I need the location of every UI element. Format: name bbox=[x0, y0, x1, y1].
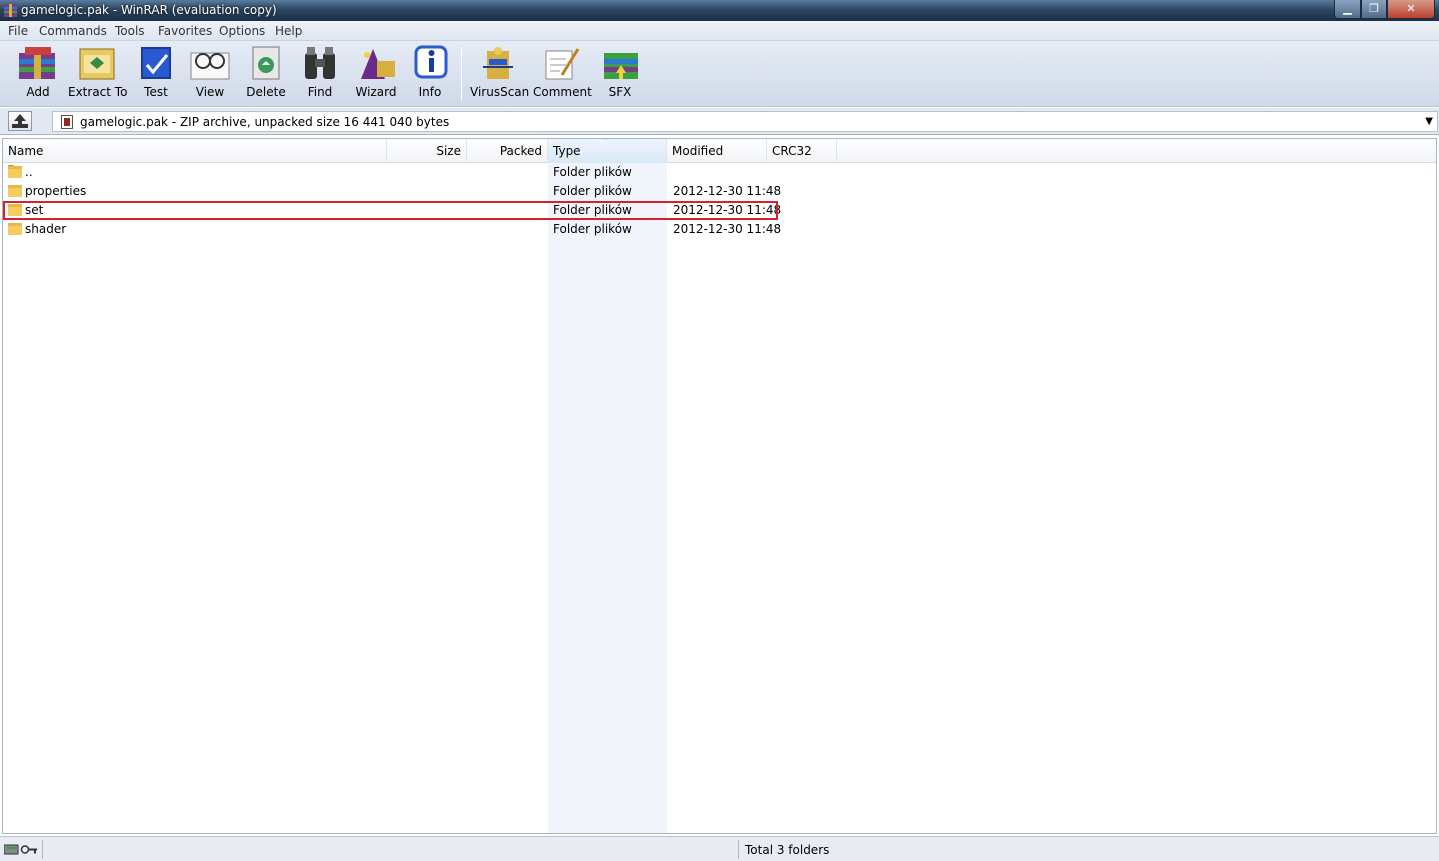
column-header-size[interactable]: Size bbox=[387, 139, 467, 163]
menu-tools[interactable]: Tools bbox=[115, 24, 145, 38]
column-header-packed[interactable]: Packed bbox=[467, 139, 548, 163]
view-label: View bbox=[195, 85, 225, 99]
menu-bar: File Commands Tools Favorites Options He… bbox=[0, 21, 1439, 41]
info-button[interactable]: Info bbox=[408, 45, 452, 103]
row-modified: 2012-12-30 11:48 bbox=[673, 222, 782, 236]
view-icon bbox=[190, 52, 230, 80]
table-row[interactable]: .. Folder plików bbox=[3, 163, 1436, 182]
menu-options[interactable]: Options bbox=[219, 24, 265, 38]
delete-icon bbox=[252, 46, 280, 80]
archive-doc-icon bbox=[61, 115, 73, 129]
drive-key-icon bbox=[4, 844, 37, 855]
column-header-modified[interactable]: Modified bbox=[667, 139, 767, 163]
add-label: Add bbox=[26, 85, 50, 99]
find-icon bbox=[305, 47, 335, 79]
folder-icon bbox=[8, 223, 22, 235]
close-button[interactable]: ✕ bbox=[1387, 0, 1435, 19]
row-highlight-annotation bbox=[3, 201, 778, 220]
column-header-type-label: Type bbox=[553, 144, 581, 158]
row-modified: 2012-12-30 11:48 bbox=[673, 184, 782, 198]
folder-icon bbox=[8, 185, 22, 197]
status-total: Total 3 folders bbox=[745, 843, 830, 857]
menu-favorites[interactable]: Favorites bbox=[158, 24, 212, 38]
wizard-icon bbox=[361, 49, 395, 79]
menu-file[interactable]: File bbox=[8, 24, 28, 38]
column-header-crc32[interactable]: CRC32 bbox=[767, 139, 837, 163]
find-label: Find bbox=[307, 85, 333, 99]
comment-label: Comment bbox=[533, 85, 592, 99]
minimize-button[interactable]: ▁ bbox=[1334, 0, 1361, 19]
extract-to-label: Extract To bbox=[68, 85, 128, 99]
menu-help[interactable]: Help bbox=[275, 24, 302, 38]
find-button[interactable]: Find bbox=[297, 45, 343, 103]
path-field[interactable]: gamelogic.pak - ZIP archive, unpacked si… bbox=[52, 111, 1438, 132]
comment-icon bbox=[545, 48, 580, 80]
add-icon bbox=[19, 47, 55, 79]
sort-ascending-icon: ˄ bbox=[603, 138, 608, 148]
virusscan-icon bbox=[483, 47, 513, 79]
extract-to-icon bbox=[79, 48, 115, 80]
test-label: Test bbox=[144, 85, 168, 99]
maximize-button[interactable]: ❐ bbox=[1361, 0, 1387, 19]
row-type: Folder plików bbox=[553, 184, 632, 198]
table-row[interactable]: properties Folder plików 2012-12-30 11:4… bbox=[3, 182, 1436, 201]
delete-label: Delete bbox=[246, 85, 286, 99]
status-divider bbox=[42, 840, 43, 859]
row-name: .. bbox=[25, 165, 33, 179]
title-bar: gamelogic.pak - WinRAR (evaluation copy)… bbox=[0, 0, 1439, 21]
virusscan-label: VirusScan bbox=[470, 85, 530, 99]
sfx-label: SFX bbox=[608, 85, 632, 99]
row-name: properties bbox=[25, 184, 87, 198]
info-icon bbox=[414, 45, 448, 79]
row-type: Folder plików bbox=[553, 165, 632, 179]
row-type: Folder plików bbox=[553, 222, 632, 236]
test-icon bbox=[141, 47, 171, 79]
add-button[interactable]: Add bbox=[13, 45, 63, 103]
sorted-column-shade bbox=[548, 163, 667, 833]
menu-commands[interactable]: Commands bbox=[39, 24, 107, 38]
delete-button[interactable]: Delete bbox=[243, 45, 289, 103]
info-label: Info bbox=[418, 85, 442, 99]
folder-icon bbox=[8, 165, 22, 178]
sfx-icon bbox=[604, 53, 638, 79]
sfx-button[interactable]: SFX bbox=[598, 45, 642, 103]
column-header-name[interactable]: Name bbox=[3, 139, 387, 163]
extract-to-button[interactable]: Extract To bbox=[68, 45, 128, 103]
wizard-label: Wizard bbox=[355, 85, 397, 99]
wizard-button[interactable]: Wizard bbox=[352, 45, 400, 103]
toolbar-separator bbox=[461, 47, 462, 101]
test-button[interactable]: Test bbox=[133, 45, 179, 103]
row-name: shader bbox=[25, 222, 67, 236]
comment-button[interactable]: Comment bbox=[533, 45, 592, 103]
table-row[interactable]: shader Folder plików 2012-12-30 11:48 bbox=[3, 220, 1436, 239]
address-bar: gamelogic.pak - ZIP archive, unpacked si… bbox=[0, 108, 1439, 135]
status-divider bbox=[738, 840, 739, 859]
winrar-app-icon[interactable] bbox=[3, 3, 18, 18]
up-folder-button[interactable] bbox=[8, 111, 32, 131]
column-header-row: Name Size Packed Type ˄ Modified CRC32 bbox=[3, 139, 1436, 163]
toolbar: Add Extract To Test View Delete Find Wiz… bbox=[0, 41, 1439, 107]
column-header-type[interactable]: Type ˄ bbox=[548, 139, 667, 163]
file-list: Name Size Packed Type ˄ Modified CRC32 .… bbox=[2, 138, 1437, 834]
chevron-down-icon[interactable]: ▼ bbox=[1425, 116, 1433, 127]
status-bar: Total 3 folders bbox=[0, 836, 1439, 861]
virusscan-button[interactable]: VirusScan bbox=[470, 45, 530, 103]
window-title: gamelogic.pak - WinRAR (evaluation copy) bbox=[21, 3, 277, 17]
up-arrow-icon bbox=[12, 114, 28, 128]
view-button[interactable]: View bbox=[187, 45, 233, 103]
path-text: gamelogic.pak - ZIP archive, unpacked si… bbox=[80, 115, 450, 129]
